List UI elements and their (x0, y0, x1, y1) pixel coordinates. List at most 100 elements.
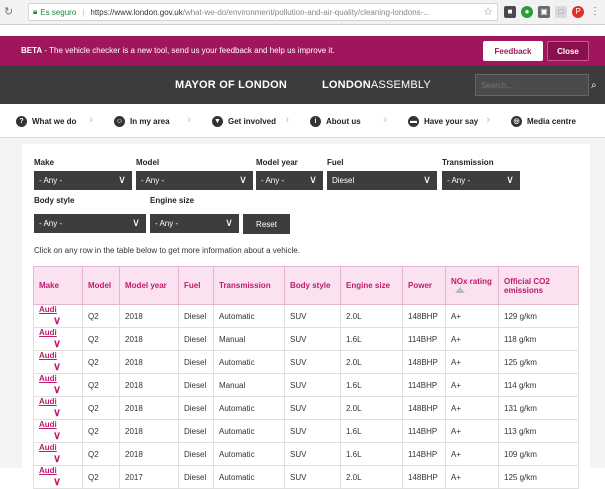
beta-message: BETA - The vehicle checker is a new tool… (21, 46, 335, 55)
table-row[interactable]: Audi∨ Q2 2018 Diesel Automatic SUV 2.0L 148BHP A… (33, 350, 579, 374)
make-link[interactable]: Audi∨ (33, 419, 83, 443)
reload-icon[interactable]: ↻ (4, 5, 13, 18)
table-cell: Diesel (178, 304, 214, 328)
nav-label: About us (326, 116, 361, 126)
extension-green-icon[interactable]: ● (521, 6, 533, 18)
engine-size-value: - Any - (155, 219, 179, 228)
make-cell-text[interactable]: Audi (39, 397, 57, 406)
make-link[interactable]: Audi∨ (33, 465, 83, 489)
make-select[interactable]: - Any - ∨ (34, 171, 132, 190)
make-link[interactable]: Audi∨ (33, 442, 83, 466)
chevron-down-icon[interactable]: ∨ (53, 475, 61, 488)
make-link[interactable]: Audi∨ (33, 304, 83, 328)
model-select[interactable]: - Any - ∨ (136, 171, 253, 190)
table-row[interactable]: Audi∨ Q2 2018 Diesel Automatic SUV 2.0L 148BHP A… (33, 304, 579, 328)
table-cell: SUV (284, 465, 341, 489)
nav-item-get-involved[interactable]: ▼ Get involved › (196, 104, 294, 138)
table-row[interactable]: Audi∨ Q2 2018 Diesel Automatic SUV 2.0L 148BHP A… (33, 396, 579, 420)
table-cell: SUV (284, 304, 341, 328)
make-cell-text[interactable]: Audi (39, 351, 57, 360)
search-input[interactable] (476, 80, 591, 90)
chevron-down-icon[interactable]: ∨ (53, 337, 61, 350)
model-year-label: Model year (256, 158, 298, 167)
make-cell-text[interactable]: Audi (39, 420, 57, 429)
chevron-down-icon: ∨ (238, 174, 247, 186)
table-cell: Manual (213, 373, 285, 397)
chevron-down-icon[interactable]: ∨ (53, 314, 61, 327)
make-cell-text[interactable]: Audi (39, 328, 57, 337)
nav-item-what-we-do[interactable]: ? What we do › (0, 104, 98, 138)
nav-item-about-us[interactable]: i About us › (294, 104, 392, 138)
engine-size-select[interactable]: - Any - ∨ (150, 214, 239, 233)
chevron-down-icon: ∨ (308, 174, 317, 186)
make-cell-text[interactable]: Audi (39, 466, 57, 475)
address-bar[interactable]: 🔒︎ Es seguro | https://www.london.gov.uk… (28, 3, 498, 21)
make-cell-text[interactable]: Audi (39, 443, 57, 452)
nav-item-have-your-say[interactable]: ▬ Have your say › (392, 104, 495, 138)
body-style-select[interactable]: - Any - ∨ (34, 214, 146, 233)
chevron-down-icon[interactable]: ∨ (53, 429, 61, 442)
make-link[interactable]: Audi∨ (33, 350, 83, 374)
make-link[interactable]: Audi∨ (33, 396, 83, 420)
bookmark-star-icon[interactable]: ☆ (483, 5, 493, 18)
table-cell: Automatic (213, 442, 285, 466)
col-header-transmission[interactable]: Transmission (213, 266, 285, 305)
table-cell: 125 g/km (498, 465, 579, 489)
extension-image-icon[interactable]: □ (555, 6, 567, 18)
secure-label: Es seguro (40, 7, 77, 17)
table-cell: 109 g/km (498, 442, 579, 466)
model-year-select[interactable]: - Any - ∨ (256, 171, 323, 190)
extension-gray-icon[interactable]: ▣ (538, 6, 550, 18)
table-row[interactable]: Audi∨ Q2 2017 Diesel Automatic SUV 2.0L 148BHP A… (33, 465, 579, 489)
col-header-make[interactable]: Make (33, 266, 83, 305)
table-row[interactable]: Audi∨ Q2 2018 Diesel Manual SUV 1.6L 114BHP A+ 11… (33, 327, 579, 351)
chevron-right-icon: › (187, 114, 191, 126)
nav-item-in-my-area[interactable]: ☺ In my area › (98, 104, 196, 138)
nav-label: Media centre (527, 116, 576, 126)
extension-icon[interactable]: ■ (504, 6, 516, 18)
make-link[interactable]: Audi∨ (33, 327, 83, 351)
main-navigation: ? What we do › ☺ In my area › ▼ Get invo… (0, 104, 605, 138)
col-header-nox-rating[interactable]: NOx rating (445, 266, 499, 305)
nav-item-media-centre[interactable]: ◎ Media centre (495, 104, 605, 138)
nav-label: Get involved (228, 116, 277, 126)
col-header-body-style[interactable]: Body style (284, 266, 341, 305)
make-cell-text[interactable]: Audi (39, 305, 57, 314)
chevron-down-icon: ∨ (131, 217, 140, 229)
table-cell: 148BHP (402, 465, 446, 489)
chevron-down-icon[interactable]: ∨ (53, 406, 61, 419)
pinterest-icon[interactable]: P (572, 6, 584, 18)
search-icon[interactable]: ⌕ (591, 80, 597, 91)
table-cell: 2.0L (340, 350, 403, 374)
table-cell: Q2 (82, 465, 120, 489)
chevron-down-icon[interactable]: ∨ (53, 360, 61, 373)
browser-menu-icon[interactable]: ⋮ (589, 6, 601, 18)
table-row[interactable]: Audi∨ Q2 2018 Diesel Automatic SUV 1.6L 114BHP A… (33, 419, 579, 443)
feedback-button[interactable]: Feedback (483, 41, 543, 61)
london-assembly-logo[interactable]: LONDONASSEMBLY (322, 79, 431, 91)
table-row[interactable]: Audi∨ Q2 2018 Diesel Manual SUV 1.6L 114BHP A+ 11… (33, 373, 579, 397)
col-header-fuel[interactable]: Fuel (178, 266, 214, 305)
table-cell: Q2 (82, 373, 120, 397)
table-cell: SUV (284, 327, 341, 351)
table-row[interactable]: Audi∨ Q2 2018 Diesel Automatic SUV 1.6L 114BHP A… (33, 442, 579, 466)
table-cell: 129 g/km (498, 304, 579, 328)
chevron-down-icon[interactable]: ∨ (53, 383, 61, 396)
make-cell-text[interactable]: Audi (39, 374, 57, 383)
reset-button[interactable]: Reset (243, 214, 290, 234)
table-cell: A+ (445, 442, 499, 466)
table-cell: 2.0L (340, 396, 403, 420)
model-value: - Any - (141, 176, 165, 185)
col-header-co2-emissions[interactable]: Official CO2 emissions (498, 266, 579, 305)
fuel-select[interactable]: Diesel ∨ (327, 171, 437, 190)
col-header-engine-size[interactable]: Engine size (340, 266, 403, 305)
transmission-select[interactable]: - Any - ∨ (442, 171, 520, 190)
chevron-down-icon[interactable]: ∨ (53, 452, 61, 465)
make-link[interactable]: Audi∨ (33, 373, 83, 397)
col-header-power[interactable]: Power (402, 266, 446, 305)
mayor-of-london-logo[interactable]: MAYOR OF LONDON (175, 79, 287, 91)
close-button[interactable]: Close (547, 41, 589, 61)
col-header-model-year[interactable]: Model year (119, 266, 179, 305)
table-cell: Diesel (178, 465, 214, 489)
col-header-model[interactable]: Model (82, 266, 120, 305)
